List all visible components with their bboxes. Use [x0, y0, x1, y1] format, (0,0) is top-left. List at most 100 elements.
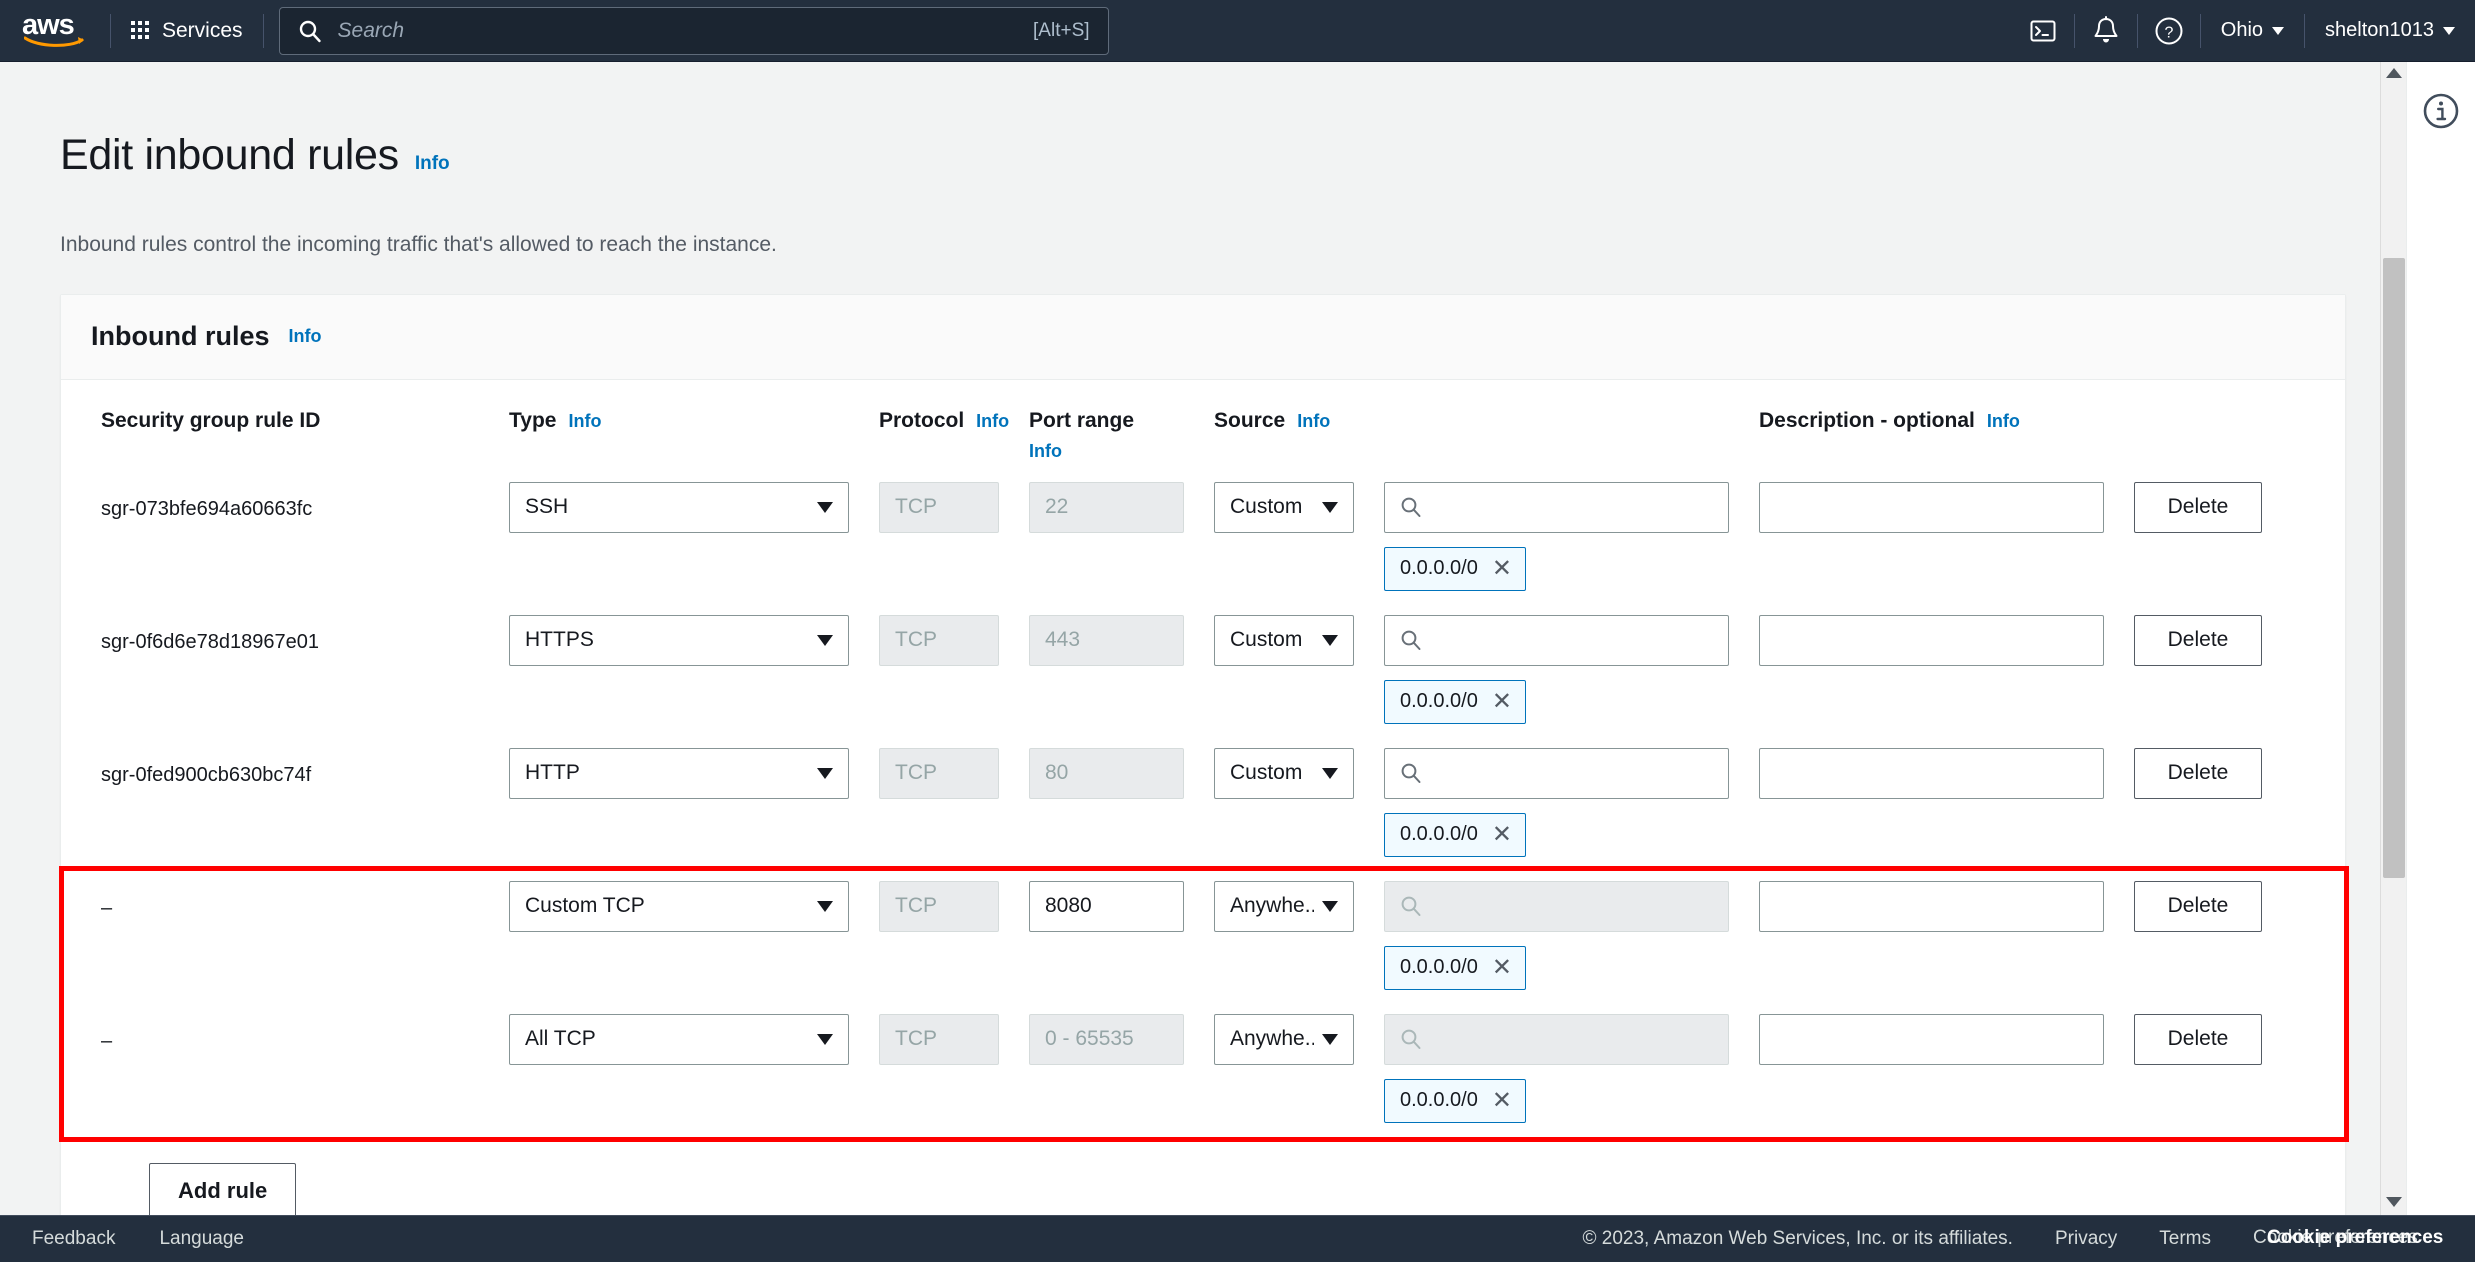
- page-vertical-scrollbar[interactable]: [2380, 62, 2406, 1215]
- scrollbar-thumb[interactable]: [2383, 258, 2405, 878]
- description-input[interactable]: [1759, 615, 2104, 666]
- aws-smile-logo[interactable]: aws: [22, 14, 92, 48]
- rule-id-value: sgr-0f6d6e78d18967e01: [101, 615, 479, 654]
- page-content-area: Edit inbound rules Info Inbound rules co…: [0, 62, 2406, 1215]
- chevron-down-icon: [1322, 768, 1338, 779]
- remove-cidr-close-icon[interactable]: ✕: [1492, 690, 1512, 714]
- port-range-info-link[interactable]: Info: [1029, 441, 1062, 461]
- nav-divider: [263, 14, 264, 48]
- protocol-input: TCP: [879, 881, 999, 932]
- account-menu[interactable]: shelton1013: [2305, 0, 2475, 62]
- delete-rule-button[interactable]: Delete: [2134, 615, 2262, 666]
- source-type-select-value: Anywhe...: [1230, 894, 1314, 918]
- source-type-select[interactable]: Anywhe...: [1214, 881, 1354, 932]
- source-type-select[interactable]: Anywhe...: [1214, 1014, 1354, 1065]
- footer-feedback-link[interactable]: Feedback: [32, 1228, 115, 1250]
- chevron-down-icon: [1322, 635, 1338, 646]
- column-header-rule-id: Security group rule ID: [101, 406, 479, 436]
- type-select[interactable]: HTTPS: [509, 615, 849, 666]
- port-range-input: 80: [1029, 748, 1184, 799]
- type-select[interactable]: SSH: [509, 482, 849, 533]
- global-search-box[interactable]: [Alt+S]: [279, 7, 1109, 55]
- remove-cidr-close-icon[interactable]: ✕: [1492, 557, 1512, 581]
- port-range-input: 0 - 65535: [1029, 1014, 1184, 1065]
- aws-smile-arc-icon: [24, 36, 86, 48]
- protocol-input: TCP: [879, 748, 999, 799]
- source-search-input[interactable]: [1384, 482, 1729, 533]
- chevron-down-icon: [817, 901, 833, 912]
- source-type-select-value: Custom: [1230, 628, 1302, 652]
- aws-logo-wordmark: aws: [22, 14, 92, 36]
- delete-rule-button[interactable]: Delete: [2134, 1014, 2262, 1065]
- chevron-up-icon[interactable]: [2386, 68, 2402, 78]
- delete-rule-button[interactable]: Delete: [2134, 748, 2262, 799]
- footer-language-link[interactable]: Language: [159, 1228, 244, 1250]
- cloudshell-terminal-icon: [2029, 17, 2057, 45]
- services-menu-button[interactable]: Services: [111, 0, 263, 62]
- info-circle-icon: [2420, 90, 2462, 132]
- chevron-down-icon[interactable]: [2386, 1197, 2402, 1207]
- remove-cidr-close-icon[interactable]: ✕: [1492, 956, 1512, 980]
- search-icon: [1400, 496, 1422, 518]
- source-cidr-token[interactable]: 0.0.0.0/0 ✕: [1384, 680, 1526, 724]
- source-type-select[interactable]: Custom: [1214, 482, 1354, 533]
- inbound-rules-card: Inbound rules Info Security group rule I…: [60, 294, 2346, 1215]
- footer-cookie-preferences-group[interactable]: Cookie preferences Cookie preferences: [2253, 1227, 2453, 1251]
- source-cidr-token[interactable]: 0.0.0.0/0 ✕: [1384, 547, 1526, 591]
- description-input[interactable]: [1759, 482, 2104, 533]
- source-type-select[interactable]: Custom: [1214, 615, 1354, 666]
- port-range-input: 443: [1029, 615, 1184, 666]
- chevron-down-icon: [1322, 502, 1338, 513]
- add-rule-button[interactable]: Add rule: [149, 1163, 296, 1215]
- type-select[interactable]: All TCP: [509, 1014, 849, 1065]
- description-input[interactable]: [1759, 881, 2104, 932]
- footer-cookie-preferences-overlap[interactable]: Cookie preferences: [2267, 1227, 2443, 1249]
- info-panel-toggle-button[interactable]: [2418, 88, 2464, 134]
- port-range-input[interactable]: 8080: [1029, 881, 1184, 932]
- type-info-link[interactable]: Info: [568, 411, 601, 431]
- rules-table-header: Security group rule ID TypeInfo Protocol…: [61, 380, 2345, 470]
- page-footer: Feedback Language © 2023, Amazon Web Ser…: [0, 1215, 2475, 1262]
- column-header-protocol: ProtocolInfo: [879, 406, 999, 436]
- source-info-link[interactable]: Info: [1297, 411, 1330, 431]
- chevron-down-icon: [817, 768, 833, 779]
- description-input[interactable]: [1759, 1014, 2104, 1065]
- region-selector[interactable]: Ohio: [2201, 0, 2304, 62]
- source-cidr-token[interactable]: 0.0.0.0/0 ✕: [1384, 1079, 1526, 1123]
- page-title-info-link[interactable]: Info: [415, 153, 450, 175]
- cloudshell-button[interactable]: [2012, 0, 2074, 62]
- source-cidr-token[interactable]: 0.0.0.0/0 ✕: [1384, 946, 1526, 990]
- footer-privacy-link[interactable]: Privacy: [2055, 1228, 2117, 1250]
- search-input[interactable]: [336, 18, 1034, 44]
- source-cidr-value: 0.0.0.0/0: [1400, 956, 1478, 979]
- protocol-input: TCP: [879, 1014, 999, 1065]
- services-label: Services: [162, 19, 243, 43]
- source-search-input[interactable]: [1384, 748, 1729, 799]
- type-select[interactable]: Custom TCP: [509, 881, 849, 932]
- source-search-input[interactable]: [1384, 615, 1729, 666]
- table-row: –All TCPTCP0 - 65535Anywhe...0.0.0.0/0✕D…: [61, 1002, 2345, 1135]
- notifications-button[interactable]: [2075, 0, 2137, 62]
- remove-cidr-close-icon[interactable]: ✕: [1492, 823, 1512, 847]
- search-icon: [1400, 1028, 1422, 1050]
- search-shortcut-hint: [Alt+S]: [1033, 20, 1090, 42]
- protocol-info-link[interactable]: Info: [976, 411, 1009, 431]
- search-icon: [1400, 762, 1422, 784]
- source-cidr-value: 0.0.0.0/0: [1400, 557, 1478, 580]
- footer-terms-link[interactable]: Terms: [2159, 1228, 2211, 1250]
- source-cidr-token[interactable]: 0.0.0.0/0✕: [1384, 813, 1526, 857]
- type-select[interactable]: HTTP: [509, 748, 849, 799]
- question-circle-icon: ?: [2154, 16, 2184, 46]
- help-button[interactable]: ?: [2138, 0, 2200, 62]
- remove-cidr-close-icon[interactable]: ✕: [1492, 1089, 1512, 1113]
- protocol-input: TCP: [879, 482, 999, 533]
- description-info-link[interactable]: Info: [1987, 411, 2020, 431]
- delete-rule-button[interactable]: Delete: [2134, 881, 2262, 932]
- description-input[interactable]: [1759, 748, 2104, 799]
- card-info-link[interactable]: Info: [289, 326, 322, 347]
- source-type-select[interactable]: Custom: [1214, 748, 1354, 799]
- search-icon: [298, 19, 322, 43]
- source-cidr-value: 0.0.0.0/0: [1400, 690, 1478, 713]
- delete-rule-button[interactable]: Delete: [2134, 482, 2262, 533]
- source-cidr-value: 0.0.0.0/0: [1400, 1089, 1478, 1112]
